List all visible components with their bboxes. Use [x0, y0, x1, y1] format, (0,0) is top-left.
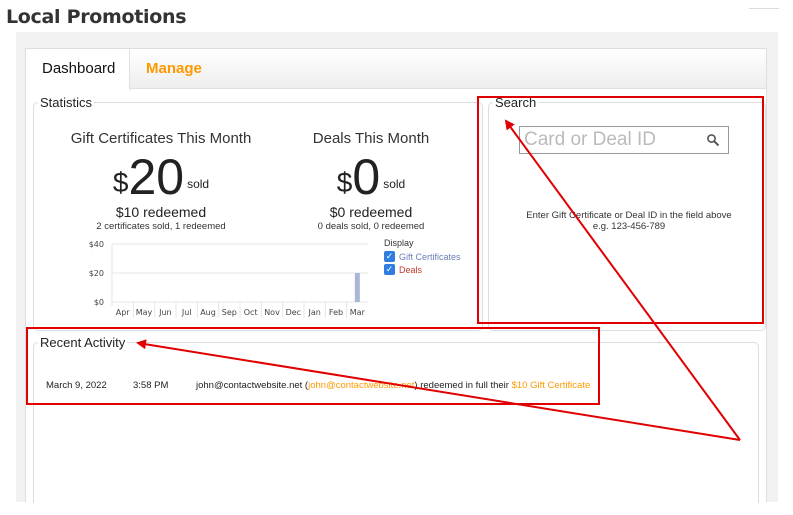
dashboard-panel: Dashboard Manage Statistics Gift Certifi… [25, 48, 767, 503]
header-divider [749, 8, 779, 9]
recent-activity-legend: Recent Activity [40, 335, 126, 350]
search-section: Search Enter Gift Certificate or Deal ID… [488, 95, 766, 331]
chart-x-tick-label: Feb [329, 308, 343, 317]
deals-stats: Deals This Month $0 sold $0 redeemed 0 de… [266, 130, 476, 232]
gift-heading: Gift Certificates This Month [70, 130, 252, 147]
content-area: Dashboard Manage Statistics Gift Certifi… [16, 32, 778, 503]
chart-x-tick-label: May [136, 308, 153, 317]
display-options: Display ✓ Gift Certificates ✓ Deals [384, 238, 461, 277]
search-icon[interactable] [706, 133, 720, 147]
activity-date: March 9, 2022 [46, 380, 107, 391]
deals-heading: Deals This Month [312, 130, 430, 147]
gift-redeemed: $10 redeemed [115, 204, 207, 220]
deals-summary: 0 deals sold, 0 redeemed [317, 221, 425, 232]
chart-x-tick-label: Oct [244, 308, 258, 317]
gift-option-label: Gift Certificates [399, 251, 461, 262]
statistics-section: Statistics Gift Certificates This Month … [33, 95, 483, 331]
display-option-deals[interactable]: ✓ Deals [384, 264, 461, 275]
chart-x-tick-label: Apr [116, 308, 131, 317]
activity-item-link[interactable]: $10 Gift Certificate [512, 380, 591, 391]
chart-x-tick-label: Jan [307, 308, 320, 317]
page-title: Local Promotions [6, 6, 187, 28]
chart-x-tick-label: Jul [181, 308, 192, 317]
gift-sold-label: sold [187, 177, 210, 191]
chart-x-tick-label: Nov [264, 308, 280, 317]
chart-y-tick-label: $20 [89, 269, 104, 278]
search-hint: Enter Gift Certificate or Deal ID in the… [499, 210, 759, 232]
chart-x-tick-label: Aug [200, 308, 216, 317]
tab-manage[interactable]: Manage [130, 49, 218, 90]
search-hint-line2: e.g. 123-456-789 [592, 221, 666, 232]
deals-checkbox[interactable]: ✓ [384, 264, 395, 275]
recent-activity-section: Recent Activity March 9, 2022 3:58 PM jo… [33, 335, 759, 503]
deals-amount-line: $0 sold [266, 151, 476, 203]
monthly-sales-chart: $0 $20 $40 Apr May Jun Jul Aug Sep Oct Nov Dec Jan Fe… [89, 240, 368, 318]
activity-time: 3:58 PM [133, 380, 169, 391]
gift-checkbox[interactable]: ✓ [384, 251, 395, 262]
activity-email: john@contactwebsite.net [196, 380, 303, 391]
gift-amount: 20 [128, 149, 185, 205]
statistics-legend: Statistics [40, 95, 93, 110]
search-input[interactable] [524, 129, 700, 151]
tab-bar: Dashboard Manage [26, 49, 766, 90]
display-option-gift[interactable]: ✓ Gift Certificates [384, 251, 461, 262]
chart-x-tick-label: Dec [286, 308, 301, 317]
tab-dashboard[interactable]: Dashboard [26, 49, 130, 90]
search-box [519, 126, 729, 154]
deals-currency: $ [336, 167, 353, 198]
activity-description: john@contactwebsite.net (john@contactweb… [196, 380, 590, 391]
display-title: Display [384, 238, 414, 248]
activity-email-link[interactable]: john@contactwebsite.net [308, 380, 414, 391]
chart-y-tick-label: $40 [89, 240, 104, 249]
search-hint-line1: Enter Gift Certificate or Deal ID in the… [526, 210, 732, 221]
gift-summary: 2 certificates sold, 1 redeemed [96, 221, 226, 232]
chart-x-tick-label: Mar [350, 308, 366, 317]
chart-x-tick-label: Sep [222, 308, 237, 317]
deals-option-label: Deals [399, 264, 423, 275]
gift-certificates-stats: Gift Certificates This Month $20 sold $10… [56, 130, 266, 232]
search-legend: Search [495, 95, 537, 110]
gift-currency: $ [112, 167, 129, 198]
chart-bar[interactable] [354, 273, 360, 302]
chart-x-tick-label: Jun [158, 308, 172, 317]
deals-amount: 0 [352, 149, 381, 205]
gift-amount-line: $20 sold [56, 151, 266, 203]
activity-action-text: ) redeemed in full their [414, 380, 512, 391]
deals-redeemed: $0 redeemed [329, 204, 413, 220]
deals-sold-label: sold [383, 177, 406, 191]
chart-y-tick-label: $0 [94, 298, 104, 307]
